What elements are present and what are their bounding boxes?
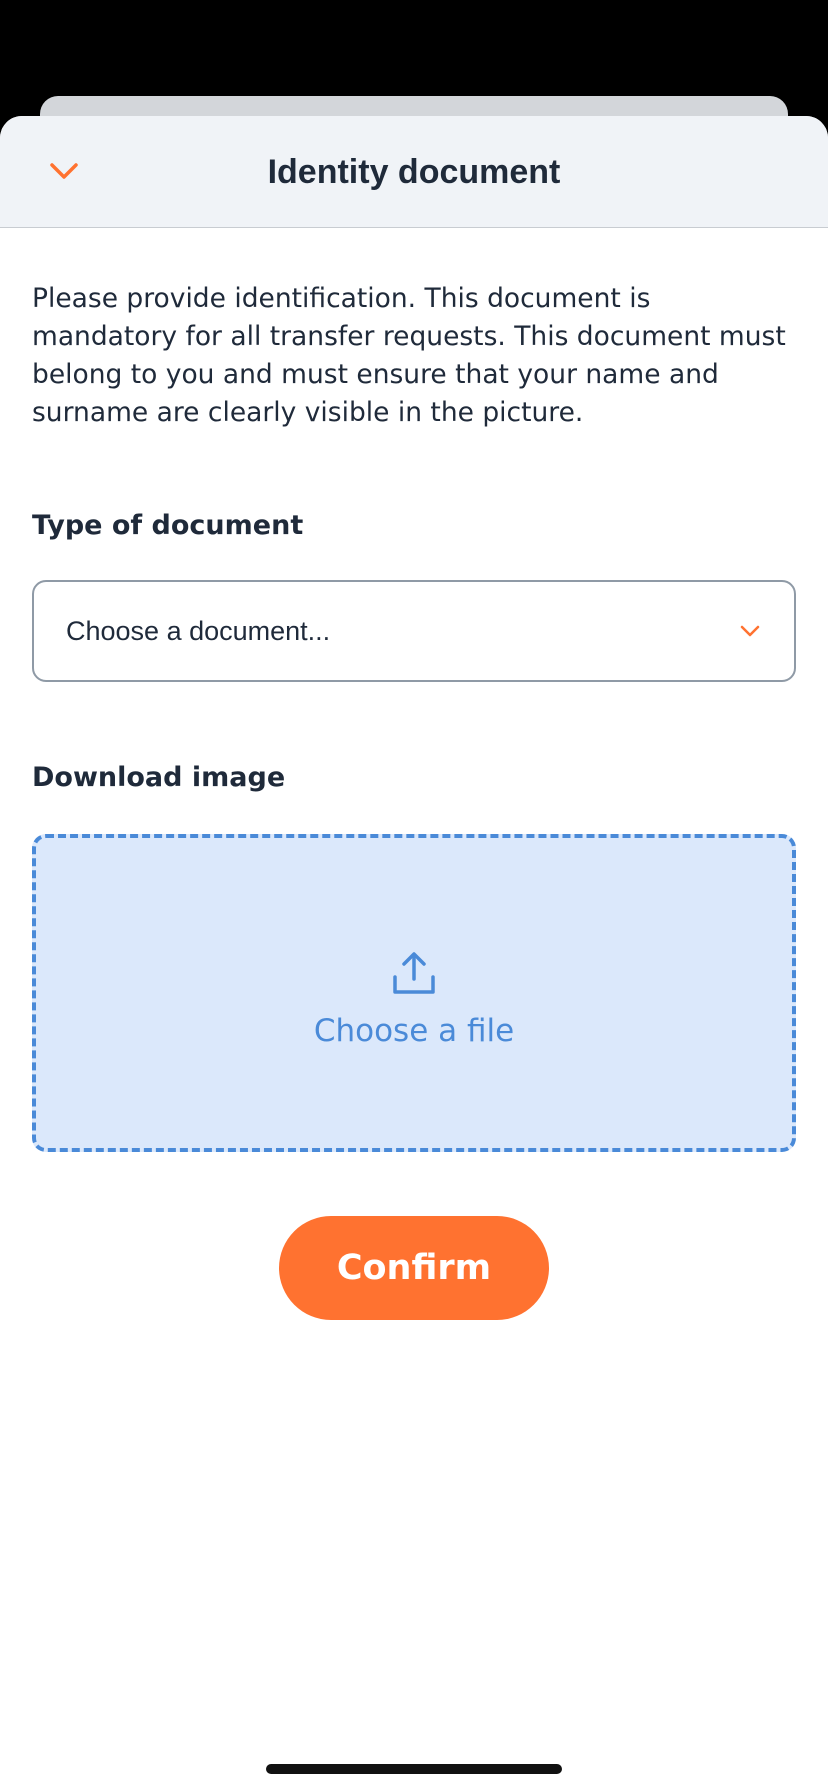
file-upload-dropzone[interactable]: Choose a file — [32, 834, 796, 1152]
document-type-label: Type of document — [32, 510, 304, 541]
upload-icon — [393, 952, 435, 994]
bottom-sheet: Identity document Please provide identif… — [0, 116, 828, 1792]
chevron-down-icon — [50, 163, 78, 179]
intro-text: Please provide identification. This docu… — [32, 283, 786, 428]
choose-file-text: Choose a file — [313, 1013, 515, 1049]
chevron-down-icon — [738, 619, 762, 643]
close-sheet-button[interactable] — [34, 146, 94, 196]
home-indicator — [266, 1764, 562, 1774]
screen: Identity document Please provide identif… — [0, 0, 828, 1792]
download-image-label: Download image — [32, 762, 286, 793]
sheet-title: Identity document — [267, 153, 561, 191]
document-type-placeholder: Choose a document... — [66, 615, 331, 646]
sheet-header: Identity document — [0, 116, 828, 228]
confirm-button[interactable]: Confirm — [279, 1216, 549, 1320]
document-type-select[interactable]: Choose a document... — [32, 580, 796, 682]
sheet-content: Please provide identification. This docu… — [32, 228, 796, 1320]
